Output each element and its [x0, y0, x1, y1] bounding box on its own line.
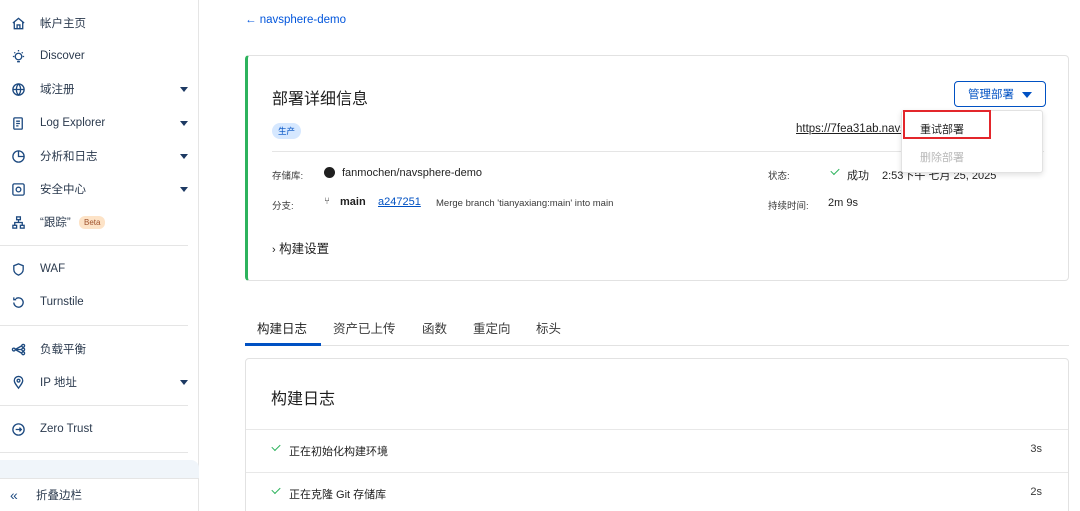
active-tab-indicator	[245, 343, 321, 346]
sidebar-item-account-home[interactable]: 帐户主页	[0, 8, 199, 38]
commit-hash-link[interactable]: a247251	[378, 196, 421, 208]
tab-functions[interactable]: 函数	[422, 318, 447, 337]
branch-name: main	[340, 196, 366, 208]
sidebar-item-label: 负载平衡	[40, 344, 86, 356]
duration-value: 2m 9s	[828, 197, 858, 209]
environment-badge: 生产	[272, 123, 302, 139]
git-branch-icon: ⑂	[324, 196, 330, 207]
sidebar: 帐户主页 Discover 域注册 Log Explorer 分析和日志 安全中…	[0, 0, 199, 511]
log-step-text: 正在初始化构建环境	[289, 446, 388, 458]
sidebar-item-load-balancing[interactable]: 负载平衡	[0, 334, 199, 364]
chevron-down-icon	[180, 87, 188, 92]
tab-headers[interactable]: 标头	[536, 318, 561, 337]
status-value: 成功	[847, 170, 869, 182]
zero-trust-icon	[10, 421, 26, 437]
repo-label: 存储库:	[272, 171, 304, 182]
waf-shield-icon	[10, 261, 26, 277]
log-icon	[10, 115, 26, 131]
sidebar-divider	[0, 452, 188, 453]
sidebar-item-label: WAF	[40, 263, 66, 275]
chevron-down-icon	[180, 380, 188, 385]
sidebar-divider	[0, 245, 188, 246]
sidebar-item-zero-trust[interactable]: Zero Trust	[0, 414, 199, 444]
commit-message: Merge branch 'tianyaxiang:main' into mai…	[436, 198, 614, 209]
page-title: 部署详细信息	[272, 91, 369, 108]
lightbulb-icon	[10, 48, 26, 64]
trace-icon	[10, 214, 26, 230]
manage-deployment-button[interactable]: 管理部署	[954, 81, 1046, 107]
sidebar-item-trace[interactable]: “跟踪” Beta	[0, 207, 199, 237]
back-link[interactable]: ← navsphere-demo	[245, 14, 346, 26]
chart-pie-icon	[10, 148, 26, 164]
deployment-url-link[interactable]: https://7fea31ab.navsphere-demo.pages.de…	[796, 123, 906, 135]
globe-icon	[10, 81, 26, 97]
double-chevron-left-icon: «	[10, 487, 18, 503]
sidebar-item-label: Turnstile	[40, 296, 84, 308]
sidebar-item-label: Zero Trust	[40, 423, 93, 435]
build-log-title: 构建日志	[271, 391, 336, 408]
duration-label: 持续时间:	[768, 201, 809, 212]
sidebar-item-domain-registration[interactable]: 域注册	[0, 74, 199, 104]
sidebar-item-label: Discover	[40, 50, 85, 62]
manage-deployment-label: 管理部署	[968, 89, 1014, 101]
sidebar-divider	[0, 405, 188, 406]
home-icon	[10, 15, 26, 31]
sidebar-item-security-center[interactable]: 安全中心	[0, 174, 199, 204]
log-step-duration: 2s	[1030, 486, 1042, 498]
build-settings-label: 构建设置	[279, 242, 330, 256]
sidebar-item-label: 域注册	[40, 84, 75, 96]
sidebar-item-label: 帐户主页	[40, 18, 86, 30]
tab-bar: 构建日志 资产已上传 函数 重定向 标头	[245, 310, 1069, 346]
highlight-annotation	[903, 110, 991, 139]
collapse-sidebar-label: 折叠边栏	[36, 490, 82, 502]
beta-badge: Beta	[79, 216, 106, 229]
github-icon	[324, 167, 335, 178]
security-icon	[10, 181, 26, 197]
caret-down-icon	[1022, 92, 1032, 98]
delete-deployment-item[interactable]: 删除部署	[920, 149, 964, 165]
log-step-duration: 3s	[1030, 443, 1042, 455]
sidebar-item-waf[interactable]: WAF	[0, 254, 199, 284]
sidebar-item-ip-address[interactable]: IP 地址	[0, 367, 199, 397]
sidebar-item-label: 分析和日志	[40, 151, 98, 163]
tab-build-log[interactable]: 构建日志	[257, 318, 307, 337]
chevron-right-icon: ›	[272, 244, 276, 256]
load-balance-icon	[10, 341, 26, 357]
repo-link[interactable]: fanmochen/navsphere-demo	[342, 167, 482, 179]
build-log-card: 构建日志 正在初始化构建环境 3s 正在克隆 Git 存储库 2s	[245, 358, 1069, 511]
branch-label: 分支:	[272, 201, 294, 212]
log-step-text: 正在克隆 Git 存储库	[289, 489, 387, 501]
build-settings-toggle[interactable]: › 构建设置	[272, 238, 329, 257]
check-icon	[830, 165, 840, 176]
sidebar-item-discover[interactable]: Discover	[0, 41, 199, 71]
sidebar-item-label: Log Explorer	[40, 117, 106, 129]
sidebar-highlight	[0, 460, 199, 478]
sidebar-item-label: IP 地址	[40, 377, 77, 389]
sidebar-item-label: 安全中心	[40, 184, 86, 196]
chevron-down-icon	[180, 187, 188, 192]
sidebar-divider	[0, 325, 188, 326]
collapse-sidebar-button[interactable]: « 折叠边栏	[0, 478, 199, 511]
tab-redirects[interactable]: 重定向	[473, 318, 511, 337]
sidebar-item-label: “跟踪”	[40, 217, 71, 229]
status-label: 状态:	[768, 171, 790, 182]
tab-assets-uploaded[interactable]: 资产已上传	[333, 318, 396, 337]
log-row[interactable]: 正在初始化构建环境 3s	[246, 429, 1068, 472]
sidebar-item-turnstile[interactable]: Turnstile	[0, 287, 199, 317]
log-row[interactable]: 正在克隆 Git 存储库 2s	[246, 472, 1068, 511]
sidebar-item-analytics[interactable]: 分析和日志	[0, 141, 199, 171]
check-icon	[271, 484, 281, 495]
check-icon	[271, 441, 281, 452]
chevron-down-icon	[180, 121, 188, 126]
location-pin-icon	[10, 374, 26, 390]
sidebar-item-log-explorer[interactable]: Log Explorer	[0, 108, 199, 138]
turnstile-icon	[10, 294, 26, 310]
chevron-down-icon	[180, 154, 188, 159]
